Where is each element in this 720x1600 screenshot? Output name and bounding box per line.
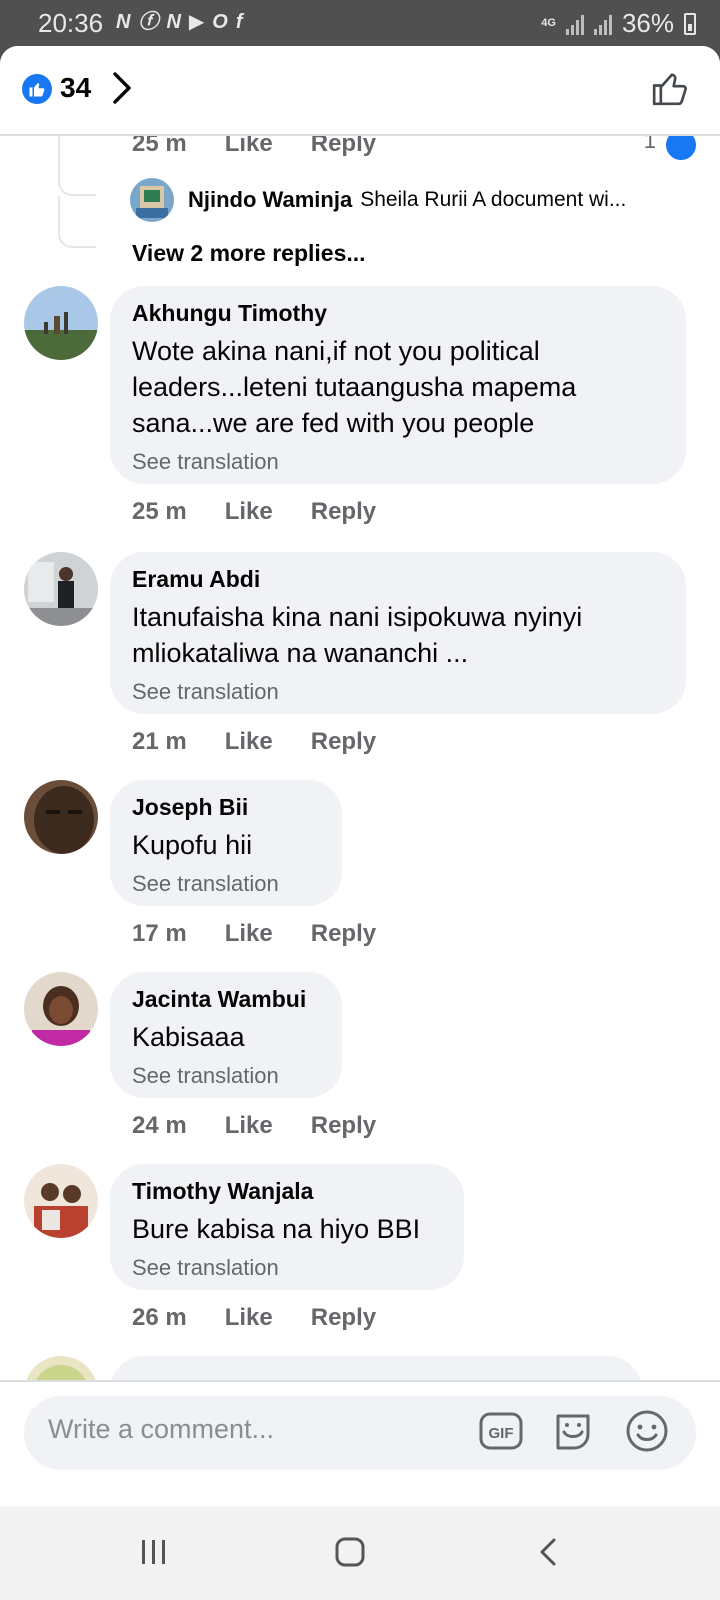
status-time: 20:36 (38, 8, 104, 38)
comment-composer[interactable]: Write a comment... GIF (24, 1396, 696, 1470)
reply-text: Sheila Rurii A document wi... (360, 188, 627, 211)
see-translation-link[interactable]: See translation (132, 449, 664, 475)
battery-percent: 36% (621, 8, 674, 38)
reactions-header: 34 (0, 46, 720, 136)
comment-actions: 25 m Like Reply (132, 498, 376, 526)
comment-bubble[interactable]: Joseph Bii Kupofu hii See translation (110, 780, 342, 906)
like-link[interactable]: Like (225, 920, 273, 948)
like-reaction-icon (664, 136, 698, 162)
comment-time: 24 m (132, 1112, 187, 1139)
comment-actions: 17 m Like Reply (132, 920, 376, 948)
comment-author[interactable]: Joseph Bii (132, 794, 320, 821)
comment-text: Bure kabisa na hiyo BBI (132, 1214, 421, 1244)
recent-apps-icon[interactable] (138, 1536, 170, 1568)
signal-icon (593, 13, 612, 35)
comment-author[interactable]: Jacinta Wambui (132, 986, 320, 1013)
status-right: 4G 36% (541, 8, 696, 39)
reply-link[interactable]: Reply (311, 498, 376, 526)
youtube-icon: ▶ (188, 11, 205, 33)
comment-time: 25 m (132, 498, 187, 525)
comment-actions: 26 m Like Reply (132, 1304, 376, 1332)
avatar[interactable] (24, 1164, 98, 1238)
reply-link[interactable]: Reply (311, 920, 376, 948)
avatar[interactable] (24, 972, 98, 1046)
reply-link[interactable]: Reply (311, 1304, 376, 1332)
network-type: 4G (541, 17, 556, 29)
gif-label: GIF (489, 1425, 514, 1442)
signal-icon (565, 13, 584, 35)
comment-text: Kabisaaa (132, 1022, 245, 1052)
comment-time: 21 m (132, 728, 187, 755)
status-bar: 20:36 N ⓕ N ▶ O f 4G 36% (0, 0, 720, 46)
like-count[interactable]: 34 (60, 72, 91, 104)
thread-line (58, 136, 96, 196)
like-link[interactable]: Like (225, 498, 273, 526)
sticker-icon[interactable] (550, 1408, 596, 1454)
comment-text: Kupofu hii (132, 830, 253, 860)
comment-time: 25 m (132, 136, 187, 157)
comment-bubble[interactable]: Eramu Abdi Itanufaisha kina nani isipoku… (110, 552, 686, 714)
avatar[interactable] (24, 286, 98, 360)
comment-author[interactable]: Akhungu Timothy (132, 300, 664, 327)
see-translation-link[interactable]: See translation (132, 679, 664, 705)
netflix-icon: N (166, 11, 181, 33)
netflix-icon: N (116, 11, 131, 33)
reply-link[interactable]: Reply (311, 1112, 376, 1140)
comment-bubble[interactable]: Timothy Wanjala Bure kabisa na hiyo BBI … (110, 1164, 464, 1290)
comment-input[interactable]: Write a comment... (48, 1414, 274, 1445)
reply-link[interactable]: Reply (311, 728, 376, 756)
avatar[interactable] (24, 552, 98, 626)
reply-author[interactable]: Njindo Waminja (188, 187, 352, 213)
avatar (130, 178, 174, 222)
comment-author[interactable]: Eramu Abdi (132, 566, 664, 593)
opera-icon: O (212, 11, 228, 33)
comment-time: 26 m (132, 1304, 187, 1331)
facebook-icon: ⓕ (138, 11, 159, 33)
facebook-square-icon: f (235, 11, 243, 33)
notification-icons: N ⓕ N ▶ O f (116, 10, 243, 34)
composer-area: Write a comment... GIF (0, 1380, 720, 1506)
thread-line (58, 196, 96, 248)
chevron-right-icon[interactable] (110, 70, 134, 106)
comment-time: 17 m (132, 920, 187, 947)
reply-preview[interactable]: Njindo Waminja Sheila Rurii A document w… (130, 178, 690, 222)
emoji-icon[interactable] (624, 1408, 670, 1454)
like-link[interactable]: Like (225, 728, 273, 756)
reply-link[interactable]: Reply (311, 136, 376, 158)
like-link[interactable]: Like (225, 1304, 273, 1332)
partial-comment-meta: 25 m Like Reply (132, 136, 376, 158)
like-link[interactable]: Like (225, 136, 273, 158)
see-translation-link[interactable]: See translation (132, 871, 320, 897)
like-reaction-icon (22, 74, 52, 104)
gif-icon[interactable]: GIF (478, 1408, 524, 1454)
like-outline-icon[interactable] (650, 68, 690, 108)
see-translation-link[interactable]: See translation (132, 1255, 442, 1281)
comment-actions: 21 m Like Reply (132, 728, 376, 756)
see-translation-link[interactable]: See translation (132, 1063, 320, 1089)
system-nav-bar (0, 1506, 720, 1600)
comment-bubble[interactable]: Jacinta Wambui Kabisaaa See translation (110, 972, 342, 1098)
view-more-replies[interactable]: View 2 more replies... (132, 240, 366, 267)
battery-icon (684, 12, 696, 35)
comment-text: Itanufaisha kina nani isipokuwa nyinyi m… (132, 602, 583, 668)
avatar[interactable] (24, 780, 98, 854)
comment-author[interactable]: Timothy Wanjala (132, 1178, 442, 1205)
home-icon[interactable] (334, 1536, 366, 1568)
comments-sheet: 34 25 m Like Reply 1 Njindo Waminja Shei… (0, 46, 720, 1506)
like-link[interactable]: Like (225, 1112, 273, 1140)
comment-bubble[interactable]: Akhungu Timothy Wote akina nani,if not y… (110, 286, 686, 484)
comment-text: Wote akina nani,if not you political lea… (132, 336, 577, 438)
comment-feed[interactable]: 25 m Like Reply 1 Njindo Waminja Sheila … (0, 136, 720, 1426)
reaction-count: 1 (643, 136, 656, 153)
back-icon[interactable] (534, 1536, 566, 1568)
comment-actions: 24 m Like Reply (132, 1112, 376, 1140)
